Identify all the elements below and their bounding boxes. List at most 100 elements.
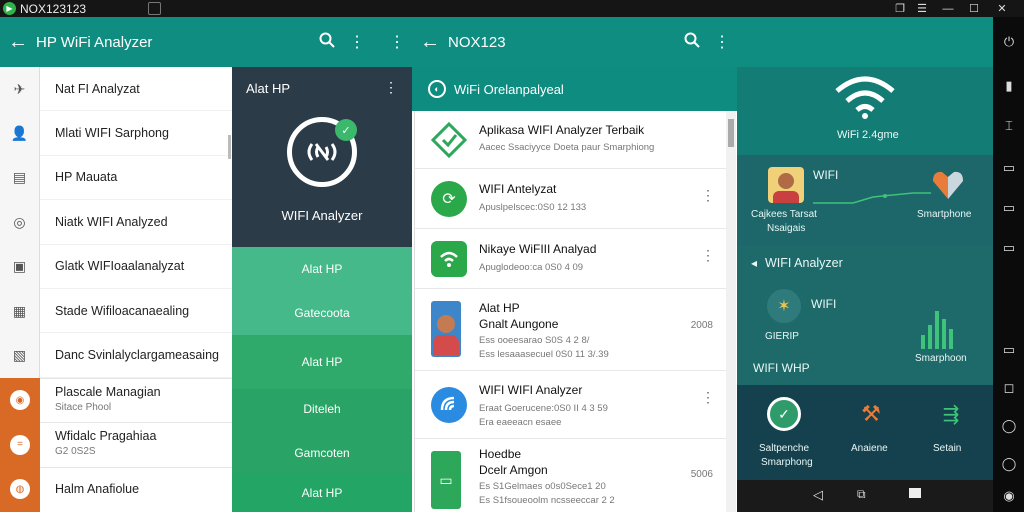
screen-icon[interactable]: ▭ <box>998 157 1020 179</box>
back-arrow-icon[interactable]: ← <box>412 31 448 54</box>
app-detail-header: Alat HP ⋮ ✓ WIFI Analyzer <box>232 67 412 247</box>
nav-item[interactable]: Mlati WIFI Sarphong <box>40 111 232 156</box>
chart-icon[interactable]: ▦ <box>0 289 39 333</box>
more-icon[interactable]: ⋮ <box>382 32 412 52</box>
info-icon[interactable]: ◉ <box>998 485 1020 507</box>
list-scrollbar[interactable] <box>228 135 231 159</box>
nav-item-subtitle: G2 0S2S <box>55 446 96 458</box>
app-list-item[interactable]: ▭ Hoedbe Dcelr Amgon Es S1Gelmaes o0s0Se… <box>415 439 727 512</box>
app-title: Nikaye WiFIII Analyad <box>479 242 597 256</box>
nav-orange-item[interactable]: = <box>0 423 40 468</box>
panel-item-label: Gamcoten <box>294 446 350 460</box>
app-title-2: Dcelr Amgon <box>479 463 548 477</box>
app-detail-panel: Alat HP ⋮ ✓ WIFI Analyzer Alat HP Gateco… <box>232 67 412 512</box>
app-phone-icon: ▭ <box>431 451 461 509</box>
signal-bar <box>935 311 939 349</box>
pane3-appbar <box>737 17 993 67</box>
nox-logo-icon: ▶ <box>3 2 16 15</box>
signal-bar <box>921 335 925 349</box>
connection-section: WIFI Cajkees Tarsat Nsaigais Smartphone <box>737 155 993 245</box>
maximize-icon[interactable]: ☐ <box>962 0 986 17</box>
app-list-item[interactable]: Nikaye WiFIII Analyad Apuglodeoo:ca 0S0 … <box>415 229 727 289</box>
calendar-icon[interactable]: ▣ <box>0 245 39 289</box>
more-icon[interactable]: ⋮ <box>384 79 398 96</box>
menu-icon[interactable]: ☰ <box>910 0 934 17</box>
wifi-check-icon[interactable]: ✓ <box>767 397 801 431</box>
nav-item-sub[interactable]: Halm Anafiolue <box>40 466 232 512</box>
nav-item[interactable]: Danc Svinlalyclargameasaing <box>40 333 232 378</box>
multiwindow-icon[interactable]: ▮ <box>998 75 1020 97</box>
connection-left-title: Cajkees Tarsat <box>751 209 817 220</box>
app-subtitle-2: Es S1fsoueoolm ncsseeccar 2 2 <box>479 495 615 506</box>
panel-item[interactable]: Alat HP <box>232 473 412 512</box>
pin-icon[interactable]: ❐ <box>888 0 912 17</box>
app-subtitle: Aacec Ssaciyyce Doeta paur Smarphiong <box>479 142 655 153</box>
nav-rail: ✈ 👤 ▤ ◎ ▣ ▦ ▧ <box>0 67 40 378</box>
nav-item[interactable]: HP Mauata <box>40 156 232 201</box>
nav-back-icon[interactable]: ◁ <box>813 487 823 503</box>
app-list-item[interactable]: Alat HP Gnalt Aungone Ess ooeesarao S0S … <box>415 289 727 371</box>
power-icon[interactable]: ⏻ <box>998 31 1020 53</box>
nav-item[interactable]: Nat FI Analyzat <box>40 67 232 112</box>
nav-item[interactable]: Stade Wifiloacanaealing <box>40 289 232 334</box>
pc-icon[interactable]: ▭ <box>998 197 1020 219</box>
nav-home-icon[interactable] <box>909 488 921 498</box>
app-subtitle: Es S1Gelmaes o0s0Sece1 20 <box>479 481 606 492</box>
nav-item[interactable]: Glatk WIFIoaalanalyzat <box>40 245 232 289</box>
back-arrow-icon[interactable]: ← <box>0 31 36 54</box>
app-avatar-photo <box>431 301 461 357</box>
settings-sliders-icon[interactable]: ⇶ <box>933 397 969 431</box>
app-list-item[interactable]: Aplikasa WIFI Analyzer Terbaik Aacec Ssa… <box>415 111 727 169</box>
analyzer-left-label: GIERIP <box>765 331 799 342</box>
more-icon[interactable]: ◯ <box>998 453 1020 475</box>
window-titlebar: ▶ NOX123123 ❐ ☰ — ☐ ✕ <box>0 0 1024 17</box>
overflow-menu-icon[interactable]: ⋮ <box>342 32 372 52</box>
nav-item-sub[interactable]: Plascale Managian Sitace Phool <box>40 377 232 423</box>
search-icon[interactable] <box>677 32 707 53</box>
settings-icon[interactable]: ▭ <box>998 237 1020 259</box>
volume-icon[interactable]: ◯ <box>998 415 1020 437</box>
keyboard-icon[interactable]: ⌶ <box>998 115 1020 137</box>
panel-item[interactable]: Alat HP <box>232 335 412 389</box>
app-list-item[interactable]: ⟳ WIFI Antelyzat Apuslpelscec:0S0 12 133… <box>415 169 727 229</box>
nav-recents-icon[interactable]: ⧉ <box>857 487 866 502</box>
more-icon[interactable]: ⋮ <box>701 389 715 406</box>
equals-icon: = <box>10 434 30 455</box>
nav-item-sub[interactable]: Wfidalc Pragahiaa G2 0S2S <box>40 422 232 467</box>
back-icon[interactable]: ▭ <box>998 339 1020 361</box>
nav-orange-item[interactable]: ◉ <box>0 378 40 423</box>
app-list-scrollbar[interactable] <box>726 111 736 512</box>
panel-item[interactable]: Alat HP Gatecoota <box>232 247 412 335</box>
app-list-item[interactable]: WIFI WIFI Analyzer Eraat Goerucene:0S0 I… <box>415 371 727 439</box>
hammer-icon[interactable]: ⚒ <box>853 397 889 431</box>
pane2-subbar: ◐ WiFi Orelanpalyeal <box>412 67 737 111</box>
document-icon[interactable]: ▧ <box>0 333 39 377</box>
airplane-icon[interactable]: ✈ <box>0 67 39 111</box>
circle-icon[interactable]: ◎ <box>0 200 39 244</box>
more-icon[interactable]: ⋮ <box>701 187 715 204</box>
pane-wifi-dashboard: WiFi 2.4gme WIFI Cajkees Tarsat Nsaigais… <box>737 67 993 512</box>
scrollbar-thumb[interactable] <box>728 119 734 147</box>
search-icon[interactable] <box>312 32 342 53</box>
app-title: Aplikasa WIFI Analyzer Terbaik <box>479 123 645 137</box>
heart-shield-icon <box>930 169 966 201</box>
app-diamond-icon <box>430 121 468 159</box>
card-icon[interactable]: ▤ <box>0 156 39 200</box>
minimize-icon[interactable]: — <box>936 0 960 17</box>
record-icon: ◉ <box>10 390 30 411</box>
app-title: WIFI WIFI Analyzer <box>479 383 583 397</box>
pane2-appbar: ← NOX123 ⋮ <box>412 17 737 67</box>
close-icon[interactable]: ✕ <box>990 0 1014 17</box>
analyzer-signal-icon: ✶ <box>767 289 801 323</box>
person-icon[interactable]: 👤 <box>0 111 39 155</box>
panel-item-label: Gatecoota <box>294 306 350 320</box>
window-restore-icon[interactable] <box>148 2 161 15</box>
nav-orange-item[interactable]: ◍ <box>0 467 40 512</box>
nav-item[interactable]: Niatk WIFI Analyzed <box>40 200 232 245</box>
panel-item[interactable]: Diteleh Gamcoten <box>232 389 412 473</box>
wifi-status-section: WiFi 2.4gme <box>737 67 993 155</box>
record-icon[interactable]: ◻ <box>998 377 1020 399</box>
panel-app-name: WIFI Analyzer <box>281 208 363 223</box>
overflow-menu-icon[interactable]: ⋮ <box>707 32 737 52</box>
more-icon[interactable]: ⋮ <box>701 247 715 264</box>
